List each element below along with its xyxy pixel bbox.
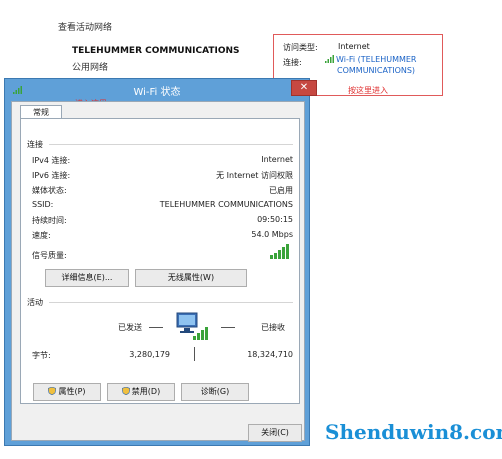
annotation-click-here: 按这里进入 bbox=[348, 86, 388, 95]
duration-value: 09:50:15 bbox=[257, 215, 293, 224]
shield-icon bbox=[121, 385, 131, 396]
duration-label: 持续时间: bbox=[32, 216, 67, 225]
wifi-connection-link[interactable]: Wi-Fi (TELEHUMMER COMMUNICATIONS) bbox=[325, 55, 417, 76]
ssid-value: TELEHUMMER COMMUNICATIONS bbox=[159, 200, 293, 209]
watermark: Shenduwin8.com bbox=[325, 420, 502, 444]
divider bbox=[49, 144, 293, 145]
media-state-value: 已启用 bbox=[269, 186, 293, 195]
bytes-label: 字节: bbox=[32, 351, 51, 360]
shield-icon bbox=[48, 385, 57, 396]
wifi-link-line1: Wi-Fi (TELEHUMMER bbox=[336, 55, 417, 64]
active-networks-title: 查看活动网络 bbox=[58, 23, 113, 33]
tab-panel: 连接 IPv4 连接: Internet IPv6 连接: 无 Internet… bbox=[20, 118, 300, 404]
access-type-label: 访问类型: bbox=[283, 43, 318, 52]
ipv6-label: IPv6 连接: bbox=[32, 171, 71, 180]
close-icon: ✕ bbox=[299, 82, 309, 93]
bytes-separator bbox=[194, 347, 195, 361]
media-state-label: 媒体状态: bbox=[32, 186, 67, 195]
received-dash bbox=[221, 327, 235, 328]
network-name: TELEHUMMER COMMUNICATIONS bbox=[72, 46, 240, 56]
connection-label: 连接: bbox=[283, 58, 302, 67]
divider bbox=[49, 302, 293, 303]
dialog-client: 常规 连接 IPv4 连接: Internet IPv6 连接: 无 Inter… bbox=[11, 101, 305, 442]
close-window-button[interactable]: ✕ bbox=[291, 80, 317, 96]
signal-bars-icon bbox=[270, 243, 292, 261]
signal-bars-icon bbox=[325, 55, 334, 66]
close-button[interactable]: 关闭(C) bbox=[248, 424, 302, 442]
sent-dash bbox=[149, 327, 163, 328]
network-computer-icon bbox=[175, 311, 209, 343]
speed-label: 速度: bbox=[32, 231, 51, 240]
disable-button[interactable]: 禁用(D) bbox=[107, 383, 175, 401]
ipv6-value: 无 Internet 访问权限 bbox=[216, 171, 293, 180]
ipv4-value: Internet bbox=[261, 155, 293, 164]
bytes-sent: 3,280,179 bbox=[129, 350, 170, 359]
ipv4-label: IPv4 连接: bbox=[32, 156, 71, 165]
properties-button-label: 属性(P) bbox=[58, 387, 86, 396]
wifi-link-line2: COMMUNICATIONS) bbox=[337, 66, 416, 75]
access-type-value: Internet bbox=[338, 42, 370, 51]
signal-quality-label: 信号质量: bbox=[32, 251, 67, 260]
dialog-title: Wi-Fi 状态 bbox=[133, 87, 181, 98]
received-label: 已接收 bbox=[261, 323, 285, 332]
wifi-status-dialog: Wi-Fi 状态 进入这里 ✕ 常规 连接 IPv4 连接: Internet … bbox=[4, 78, 317, 446]
bytes-received: 18,324,710 bbox=[247, 350, 293, 359]
activity-group-label: 活动 bbox=[27, 298, 43, 307]
speed-value: 54.0 Mbps bbox=[251, 230, 293, 239]
details-button[interactable]: 详细信息(E)... bbox=[45, 269, 129, 287]
diagnose-button[interactable]: 诊断(G) bbox=[181, 383, 249, 401]
connection-group-label: 连接 bbox=[27, 140, 43, 149]
sent-label: 已发送 bbox=[118, 323, 142, 332]
disable-button-label: 禁用(D) bbox=[131, 387, 161, 396]
ssid-label: SSID: bbox=[32, 200, 54, 209]
title-bar[interactable]: Wi-Fi 状态 进入这里 ✕ bbox=[5, 79, 317, 108]
properties-button[interactable]: 属性(P) bbox=[33, 383, 101, 401]
network-type: 公用网络 bbox=[72, 63, 109, 73]
wireless-properties-button[interactable]: 无线属性(W) bbox=[135, 269, 247, 287]
